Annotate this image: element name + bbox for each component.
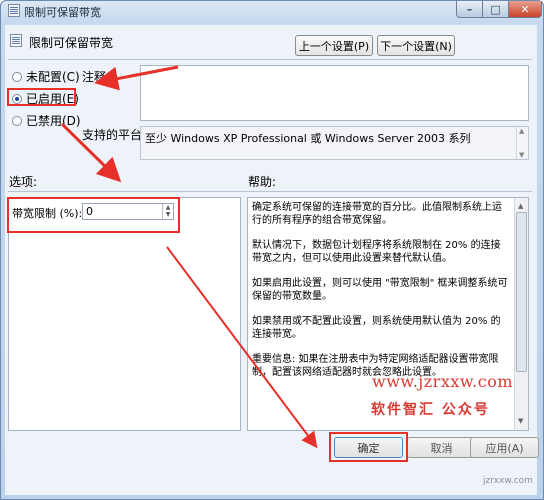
previous-setting-button[interactable]: 上一个设置(P) xyxy=(295,35,373,56)
close-button[interactable]: ✕ xyxy=(508,1,542,18)
cancel-button[interactable]: 取消 xyxy=(407,437,476,458)
supported-platform-value: 至少 Windows XP Professional 或 Windows Ser… xyxy=(145,132,471,145)
platform-scrollbar[interactable] xyxy=(516,127,528,159)
help-paragraph: 默认情况下，数据包计划程序将系统限制在 20% 的连接带宽之内，但可以使用此设置… xyxy=(252,240,501,264)
help-section-label: 帮助: xyxy=(248,175,277,189)
section-divider xyxy=(8,191,532,192)
comment-label: 注释: xyxy=(82,70,111,84)
radio-not-configured[interactable]: 未配置(C) xyxy=(12,68,80,85)
options-section-label: 选项: xyxy=(9,175,38,189)
header-divider xyxy=(8,59,532,60)
policy-setting-icon xyxy=(10,34,22,47)
watermark-small: jzrxxw.com xyxy=(483,476,533,486)
supported-platform-label: 支持的平台: xyxy=(82,128,147,142)
minimize-button[interactable]: – xyxy=(456,1,483,18)
scroll-thumb[interactable] xyxy=(516,212,527,372)
scroll-down-icon[interactable]: ▼ xyxy=(518,415,523,428)
radio-circle-icon xyxy=(12,115,22,126)
maximize-button[interactable]: □ xyxy=(482,1,509,18)
window-title: 限制可保留带宽 xyxy=(24,6,101,19)
help-paragraph: 确定系统可保留的连接带宽的百分比。此值限制系统上运行的所有程序的组合带宽保留。 xyxy=(252,202,502,226)
watermark-url: www.jzrxxw.com xyxy=(372,372,514,391)
radio-disabled[interactable]: 已禁用(D) xyxy=(12,112,81,129)
highlight-bandwidth-field xyxy=(7,197,180,233)
next-setting-button[interactable]: 下一个设置(N) xyxy=(377,35,455,56)
supported-platform-field: 至少 Windows XP Professional 或 Windows Ser… xyxy=(140,126,529,160)
radio-circle-icon xyxy=(12,71,22,82)
radio-label: 已禁用(D) xyxy=(26,114,81,128)
policy-icon xyxy=(8,4,20,17)
apply-button[interactable]: 应用(A) xyxy=(470,437,539,458)
policy-title: 限制可保留带宽 xyxy=(29,36,114,50)
radio-label: 未配置(C) xyxy=(26,70,80,84)
help-paragraph: 如果禁用或不配置此设置，则系统使用默认值为 20% 的连接带宽。 xyxy=(252,316,501,340)
highlight-ok-button xyxy=(329,432,408,462)
highlight-enabled-radio xyxy=(7,88,76,106)
watermark-text: 软件智汇 公众号 xyxy=(371,402,490,418)
comment-textarea[interactable] xyxy=(140,65,529,121)
title-bar[interactable]: 限制可保留带宽 – □ ✕ xyxy=(1,1,543,21)
help-panel: 确定系统可保留的连接带宽的百分比。此值限制系统上运行的所有程序的组合带宽保留。 … xyxy=(247,197,529,431)
help-scrollbar[interactable]: ▲ ▼ xyxy=(514,198,528,430)
help-paragraph: 如果启用此设置，则可以使用 "带宽限制" 框来调整系统可保留的带宽数量。 xyxy=(252,278,508,302)
